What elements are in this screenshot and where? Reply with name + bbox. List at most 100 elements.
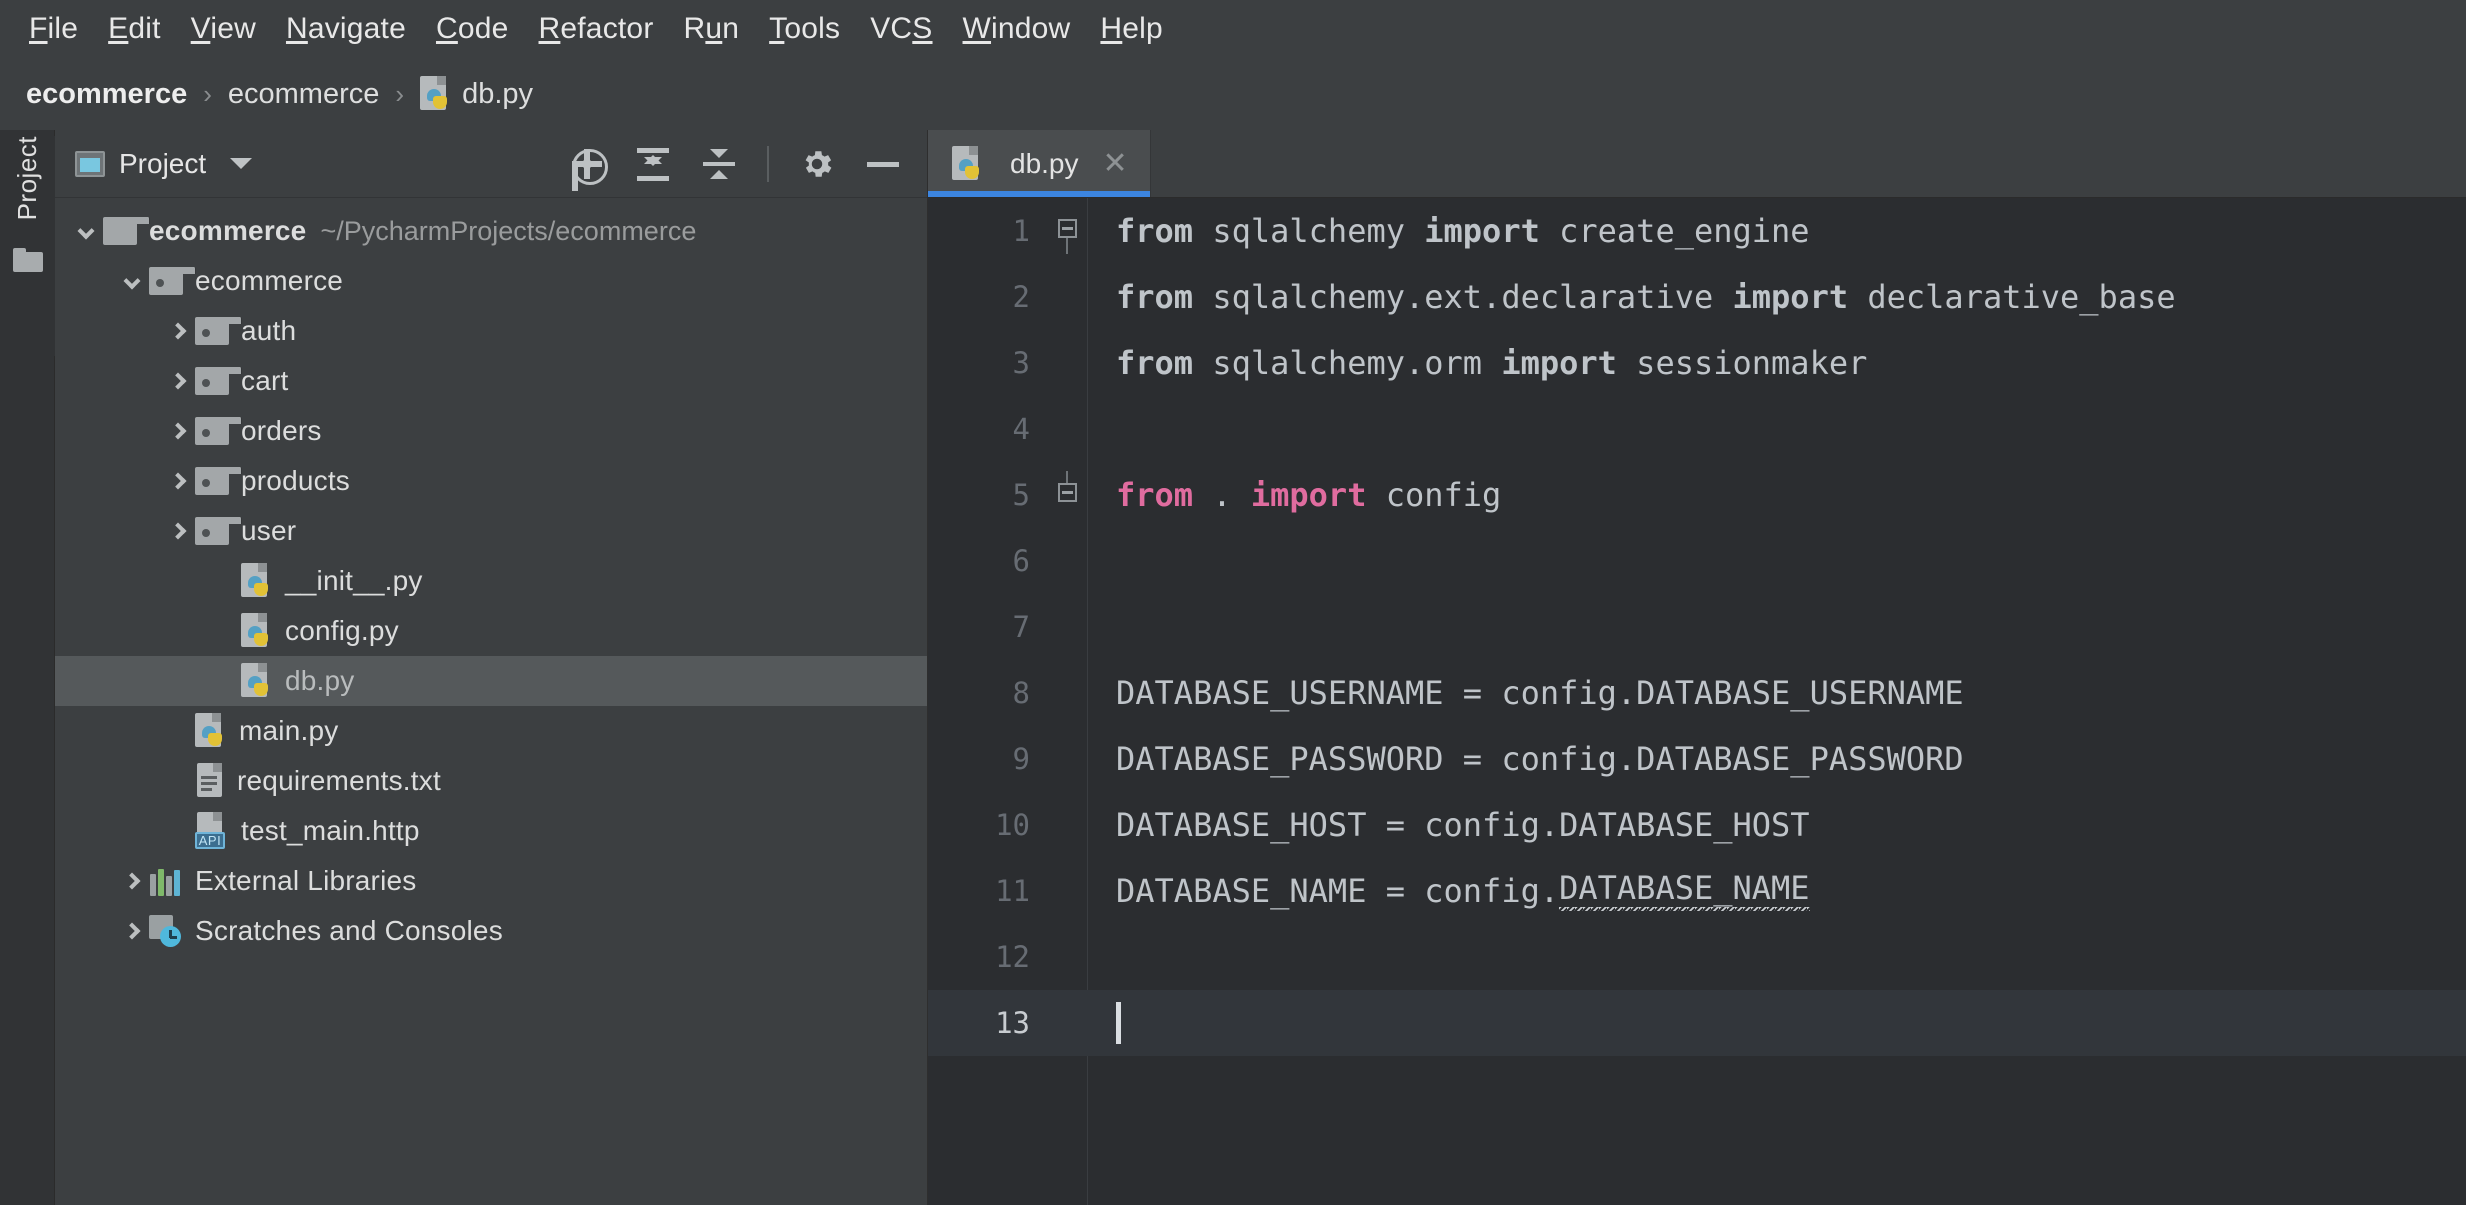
code-token: sessionmaker — [1616, 344, 1868, 382]
code-content[interactable]: from sqlalchemy import create_engine from… — [1088, 198, 2466, 1205]
code-line[interactable]: DATABASE_NAME = config. DATABASE_NAME — [1088, 858, 2466, 924]
chevron-right-icon[interactable] — [115, 922, 149, 940]
left-tool-window-strip: Project — [0, 130, 55, 1205]
menu-view[interactable]: View — [176, 8, 271, 50]
line-number: 8 — [1012, 676, 1030, 710]
tree-item-ecommerce[interactable]: ecommerce — [55, 256, 927, 306]
tree-item-main-py[interactable]: main.py — [55, 706, 927, 756]
line-number: 13 — [928, 990, 1088, 1056]
code-line[interactable] — [1088, 396, 2466, 462]
tree-item-user[interactable]: user — [55, 506, 927, 556]
target-icon[interactable] — [569, 146, 608, 185]
close-icon[interactable]: ✕ — [1103, 148, 1128, 179]
code-token: import — [1501, 344, 1617, 382]
project-view-icon — [75, 150, 105, 177]
tree-item-orders[interactable]: orders — [55, 406, 927, 456]
code-folding-icon[interactable] — [1054, 217, 1080, 254]
code-line[interactable]: DATABASE_USERNAME = config.DATABASE_USER… — [1088, 660, 2466, 726]
chevron-right-icon[interactable] — [115, 872, 149, 890]
line-number: 3 — [1012, 346, 1030, 380]
breadcrumb-item-ecommerce[interactable]: ecommerce — [228, 78, 380, 111]
menu-tools[interactable]: Tools — [754, 8, 855, 50]
menu-run[interactable]: Run — [669, 8, 755, 50]
code-folding-icon[interactable] — [1054, 471, 1080, 509]
text-caret — [1116, 1002, 1121, 1044]
gear-icon[interactable] — [799, 146, 835, 182]
code-line[interactable]: from sqlalchemy import create_engine — [1088, 198, 2466, 264]
menu-edit[interactable]: Edit — [93, 8, 176, 50]
code-token: declarative_base — [1848, 278, 2176, 316]
editor-tab-bar: db.py ✕ — [928, 130, 2466, 198]
chevron-right-icon[interactable] — [161, 522, 195, 540]
code-line[interactable]: DATABASE_HOST = config.DATABASE_HOST — [1088, 792, 2466, 858]
tool-window-tab-project[interactable]: Project — [0, 136, 55, 356]
editor-tab-db-py[interactable]: db.py ✕ — [928, 130, 1151, 197]
code-line[interactable]: DATABASE_PASSWORD = config.DATABASE_PASS… — [1088, 726, 2466, 792]
collapse-all-icon[interactable] — [701, 146, 737, 182]
menu-file[interactable]: File — [14, 8, 93, 50]
tree-item-label: cart — [241, 365, 289, 396]
menu-vcs[interactable]: VCS — [855, 8, 947, 50]
tree-item-label: main.py — [239, 715, 339, 746]
line-number: 2 — [1012, 280, 1030, 314]
code-line[interactable]: from sqlalchemy.ext.declarative import d… — [1088, 264, 2466, 330]
chevron-right-icon[interactable] — [161, 322, 195, 340]
menu-help[interactable]: Help — [1085, 8, 1178, 50]
tree-item-label: test_main.http — [241, 815, 420, 846]
code-token: from — [1116, 212, 1194, 250]
breadcrumb-separator: › — [395, 78, 405, 109]
tree-item-label: ecommerce — [149, 215, 307, 246]
package-folder-icon — [195, 317, 242, 345]
tree-item-scratches-and-consoles[interactable]: Scratches and Consoles — [55, 906, 927, 956]
project-tree: ecommerce ~/PycharmProjects/ecommerce ecom… — [55, 198, 927, 1205]
code-token: config — [1366, 476, 1502, 514]
tree-item-auth[interactable]: auth — [55, 306, 927, 356]
tree-item-label: products — [241, 465, 350, 496]
chevron-right-icon[interactable] — [161, 472, 195, 490]
code-line[interactable] — [1088, 528, 2466, 594]
tree-item-ecommerce[interactable]: ecommerce ~/PycharmProjects/ecommerce — [55, 206, 927, 256]
menu-refactor[interactable]: Refactor — [524, 8, 669, 50]
tree-item-test-main-http[interactable]: API test_main.http — [55, 806, 927, 856]
chevron-down-icon[interactable] — [230, 158, 253, 169]
code-token-warning: DATABASE_NAME — [1559, 868, 1810, 914]
menu-code[interactable]: Code — [421, 8, 524, 50]
code-token: . — [1193, 476, 1251, 514]
code-line[interactable] — [1088, 990, 2466, 1056]
python-file-icon — [241, 563, 273, 599]
tree-item-products[interactable]: products — [55, 456, 927, 506]
tree-item-path: ~/PycharmProjects/ecommerce — [320, 215, 697, 246]
menu-bar: File Edit View Navigate Code Refactor Run Tools… — [0, 0, 2466, 58]
chevron-right-icon[interactable] — [161, 422, 195, 440]
menu-window[interactable]: Window — [948, 8, 1086, 50]
tree-item-db-py[interactable]: db.py — [55, 656, 927, 706]
tree-item-requirements-txt[interactable]: requirements.txt — [55, 756, 927, 806]
code-editor[interactable]: 1 2 3 4 5 6 7 8 9 10 11 12 13 from sqlalchemy import… — [928, 198, 2466, 1205]
tree-no-arrow — [161, 825, 195, 837]
code-token: from — [1116, 476, 1194, 514]
code-line[interactable] — [1088, 594, 2466, 660]
tree-item-external-libraries[interactable]: External Libraries — [55, 856, 927, 906]
code-line[interactable] — [1088, 924, 2466, 990]
chevron-right-icon[interactable] — [161, 372, 195, 390]
code-line[interactable]: from sqlalchemy.orm import sessionmaker — [1088, 330, 2466, 396]
tree-item-cart[interactable]: cart — [55, 356, 927, 406]
editor-gutter[interactable]: 1 2 3 4 5 6 7 8 9 10 11 12 13 — [928, 198, 1088, 1205]
menu-navigate[interactable]: Navigate — [271, 8, 421, 50]
tree-no-arrow — [207, 675, 241, 687]
chevron-down-icon[interactable] — [115, 272, 149, 290]
tree-item--init-py[interactable]: __init__.py — [55, 556, 927, 606]
project-view-selector[interactable]: Project — [75, 148, 253, 180]
code-token: DATABASE_USERNAME = config.DATABASE_USER… — [1116, 674, 1964, 712]
tree-item-config-py[interactable]: config.py — [55, 606, 927, 656]
breadcrumb-item-db-py[interactable]: db.py — [420, 76, 533, 112]
minus-icon[interactable] — [865, 146, 901, 182]
expand-all-icon[interactable] — [635, 146, 671, 182]
tree-item-label: __init__.py — [285, 565, 423, 596]
breadcrumb-item-ecommerce[interactable]: ecommerce — [26, 78, 187, 111]
code-token: import — [1250, 476, 1367, 514]
chevron-down-icon[interactable] — [69, 222, 103, 240]
code-line[interactable]: from . import config — [1088, 462, 2466, 528]
breadcrumb-separator: › — [203, 78, 212, 109]
tree-item-label: requirements.txt — [237, 765, 441, 796]
